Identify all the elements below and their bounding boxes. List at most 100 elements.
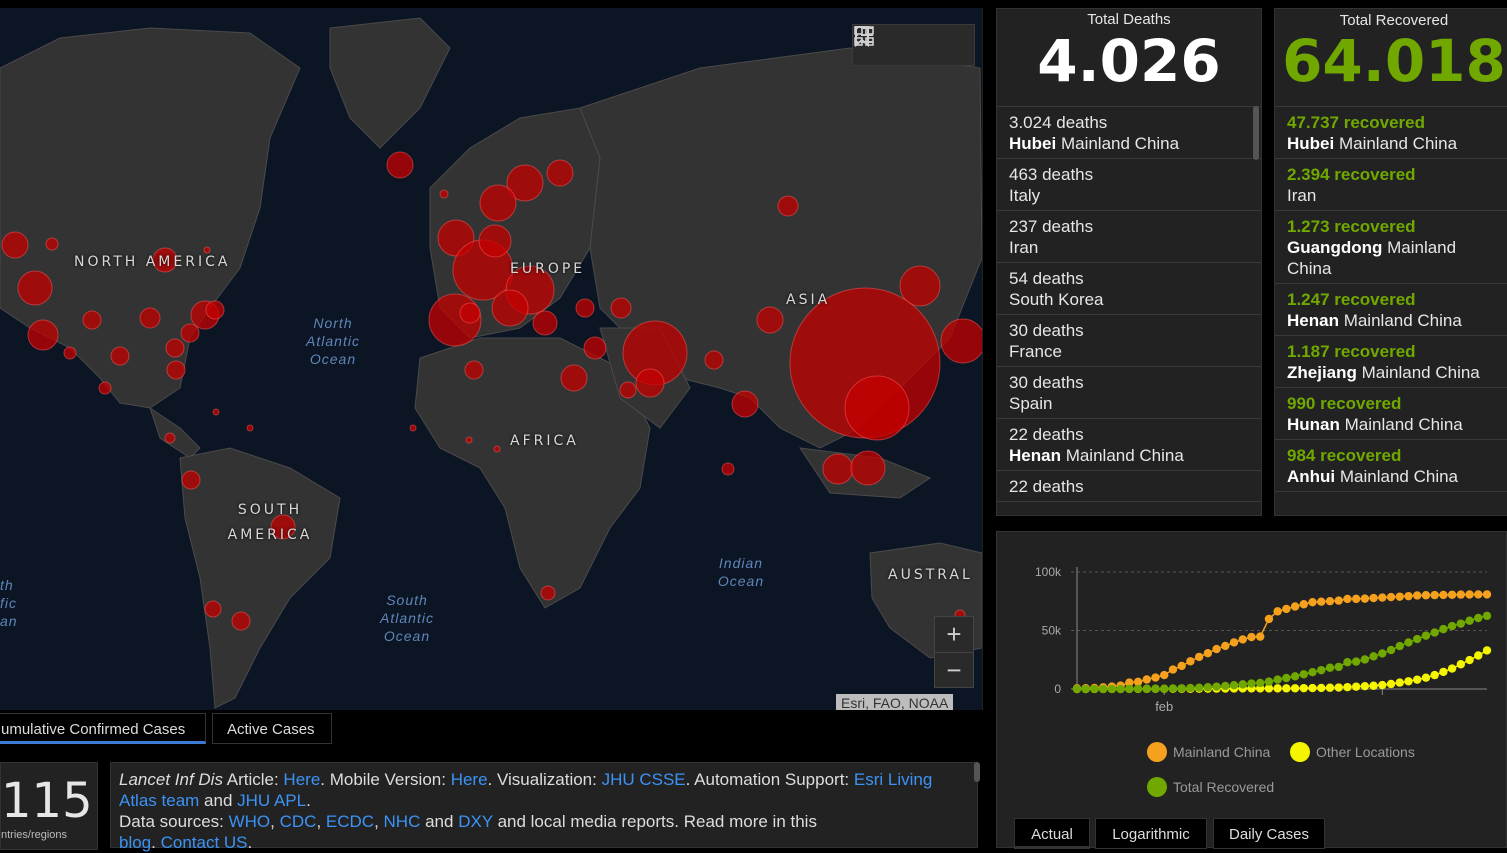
- case-bubble[interactable]: [212, 408, 220, 416]
- case-bubble[interactable]: [493, 445, 501, 453]
- deaths-location: Hubei Mainland China: [1009, 133, 1249, 154]
- case-bubble[interactable]: [231, 611, 251, 631]
- recovered-item[interactable]: 1.187 recovered Zhejiang Mainland China: [1275, 336, 1507, 388]
- case-bubble[interactable]: [164, 432, 176, 444]
- case-bubble[interactable]: [777, 195, 799, 217]
- recovered-item[interactable]: 990 recovered Hunan Mainland China: [1275, 388, 1507, 440]
- legend-total-recovered[interactable]: Total Recovered: [1147, 777, 1274, 797]
- data-point: [1369, 681, 1378, 690]
- case-bubble[interactable]: [532, 310, 558, 336]
- case-bubble[interactable]: [479, 184, 517, 222]
- deaths-item[interactable]: 22 deaths Henan Mainland China: [997, 419, 1261, 471]
- deaths-list[interactable]: 3.024 deaths Hubei Mainland China 463 deat…: [997, 106, 1261, 515]
- case-bubble[interactable]: [704, 350, 724, 370]
- recovered-item[interactable]: 47.737 recovered Hubei Mainland China: [1275, 107, 1507, 159]
- case-bubble[interactable]: [756, 306, 784, 334]
- case-bubble[interactable]: [27, 319, 59, 351]
- link-who[interactable]: WHO: [229, 812, 271, 831]
- case-bubble[interactable]: [181, 470, 201, 490]
- deaths-count: 30 deaths: [1009, 373, 1084, 392]
- deaths-item[interactable]: 237 deaths Iran: [997, 211, 1261, 263]
- zoom-in-button[interactable]: +: [935, 617, 973, 653]
- link-ecdc[interactable]: ECDC: [326, 812, 374, 831]
- case-bubble[interactable]: [63, 346, 77, 360]
- legend-mainland-china[interactable]: Mainland China: [1147, 742, 1270, 762]
- link-cdc[interactable]: CDC: [280, 812, 317, 831]
- tab-cumulative-confirmed[interactable]: umulative Confirmed Cases: [0, 713, 206, 744]
- recovered-item[interactable]: 1.247 recovered Henan Mainland China: [1275, 284, 1507, 336]
- legend-other-locations[interactable]: Other Locations: [1290, 742, 1415, 762]
- case-bubble[interactable]: [619, 381, 637, 399]
- link-article[interactable]: Here: [283, 770, 320, 789]
- link-nhc[interactable]: NHC: [384, 812, 421, 831]
- link-blog[interactable]: blog: [119, 833, 151, 852]
- link-dxy[interactable]: DXY: [458, 812, 493, 831]
- deaths-item[interactable]: 30 deaths Spain: [997, 367, 1261, 419]
- recovered-item[interactable]: 2.394 recovered Iran: [1275, 159, 1507, 211]
- deaths-scrollbar[interactable]: [1253, 106, 1259, 160]
- link-mobile[interactable]: Here: [451, 770, 488, 789]
- case-bubble[interactable]: [205, 300, 225, 320]
- tab-active-cases[interactable]: Active Cases: [212, 713, 332, 744]
- landmass-greenland: [329, 17, 451, 149]
- deaths-item[interactable]: 3.024 deaths Hubei Mainland China: [997, 107, 1261, 159]
- case-bubble[interactable]: [731, 390, 759, 418]
- case-bubble[interactable]: [386, 151, 414, 179]
- tab-actual[interactable]: Actual: [1014, 818, 1090, 849]
- case-bubble[interactable]: [98, 381, 112, 395]
- deaths-item[interactable]: 54 deaths South Korea: [997, 263, 1261, 315]
- case-bubble[interactable]: [17, 270, 53, 306]
- case-bubble[interactable]: [110, 346, 130, 366]
- case-bubble[interactable]: [844, 375, 910, 441]
- case-bubble[interactable]: [540, 585, 556, 601]
- case-bubble[interactable]: [82, 310, 102, 330]
- recovered-list[interactable]: 47.737 recovered Hubei Mainland China 2.39…: [1275, 106, 1507, 515]
- data-point: [1072, 684, 1082, 694]
- case-bubble[interactable]: [560, 364, 588, 392]
- map-canvas[interactable]: [0, 8, 982, 710]
- case-bubble[interactable]: [139, 307, 161, 329]
- deaths-item[interactable]: 30 deaths France: [997, 315, 1261, 367]
- case-bubble[interactable]: [204, 600, 222, 618]
- data-point: [1447, 664, 1457, 673]
- case-bubble[interactable]: [850, 450, 886, 486]
- deaths-item[interactable]: 463 deaths Italy: [997, 159, 1261, 211]
- case-bubble[interactable]: [464, 360, 484, 380]
- link-jhu-csse[interactable]: JHU CSSE: [602, 770, 686, 789]
- case-bubble[interactable]: [246, 424, 254, 432]
- data-point: [1474, 613, 1483, 623]
- case-bubble[interactable]: [583, 336, 607, 360]
- link-contact[interactable]: Contact US: [161, 833, 248, 852]
- case-bubble[interactable]: [1, 231, 29, 259]
- label-south-atlantic: South Atlantic Ocean: [380, 592, 434, 644]
- recovered-item[interactable]: 984 recovered Anhui Mainland China: [1275, 440, 1507, 492]
- case-bubble[interactable]: [465, 436, 473, 444]
- case-bubble[interactable]: [610, 297, 632, 319]
- case-bubble[interactable]: [459, 302, 481, 324]
- case-bubble[interactable]: [165, 338, 185, 358]
- case-bubble[interactable]: [45, 237, 59, 251]
- recovered-item[interactable]: 1.273 recovered Guangdong Mainland China: [1275, 211, 1507, 284]
- case-bubble[interactable]: [439, 189, 449, 199]
- deaths-item[interactable]: 22 deaths: [997, 471, 1261, 502]
- case-bubble[interactable]: [721, 462, 735, 476]
- case-bubble[interactable]: [180, 323, 200, 343]
- case-bubble[interactable]: [478, 224, 512, 258]
- case-bubble[interactable]: [575, 298, 595, 318]
- case-bubble[interactable]: [491, 289, 529, 327]
- world-map[interactable]: NORTH AMERICA EUROPE ASIA AFRICA SOUTH A…: [0, 8, 983, 710]
- tab-logarithmic[interactable]: Logarithmic: [1095, 818, 1207, 849]
- case-bubble[interactable]: [635, 368, 665, 398]
- info-scrollbar[interactable]: [974, 762, 980, 782]
- zoom-out-button[interactable]: −: [935, 653, 973, 688]
- recovered-location: Hubei Mainland China: [1287, 133, 1501, 154]
- case-bubble[interactable]: [546, 159, 574, 187]
- case-bubble[interactable]: [166, 360, 186, 380]
- link-jhu-apl[interactable]: JHU APL: [237, 791, 306, 810]
- case-bubble[interactable]: [203, 246, 211, 254]
- tab-daily-cases[interactable]: Daily Cases: [1213, 818, 1325, 849]
- case-bubble[interactable]: [409, 424, 417, 432]
- recovered-location: Hunan Mainland China: [1287, 414, 1501, 435]
- case-bubble[interactable]: [822, 453, 854, 485]
- case-bubble[interactable]: [940, 318, 982, 364]
